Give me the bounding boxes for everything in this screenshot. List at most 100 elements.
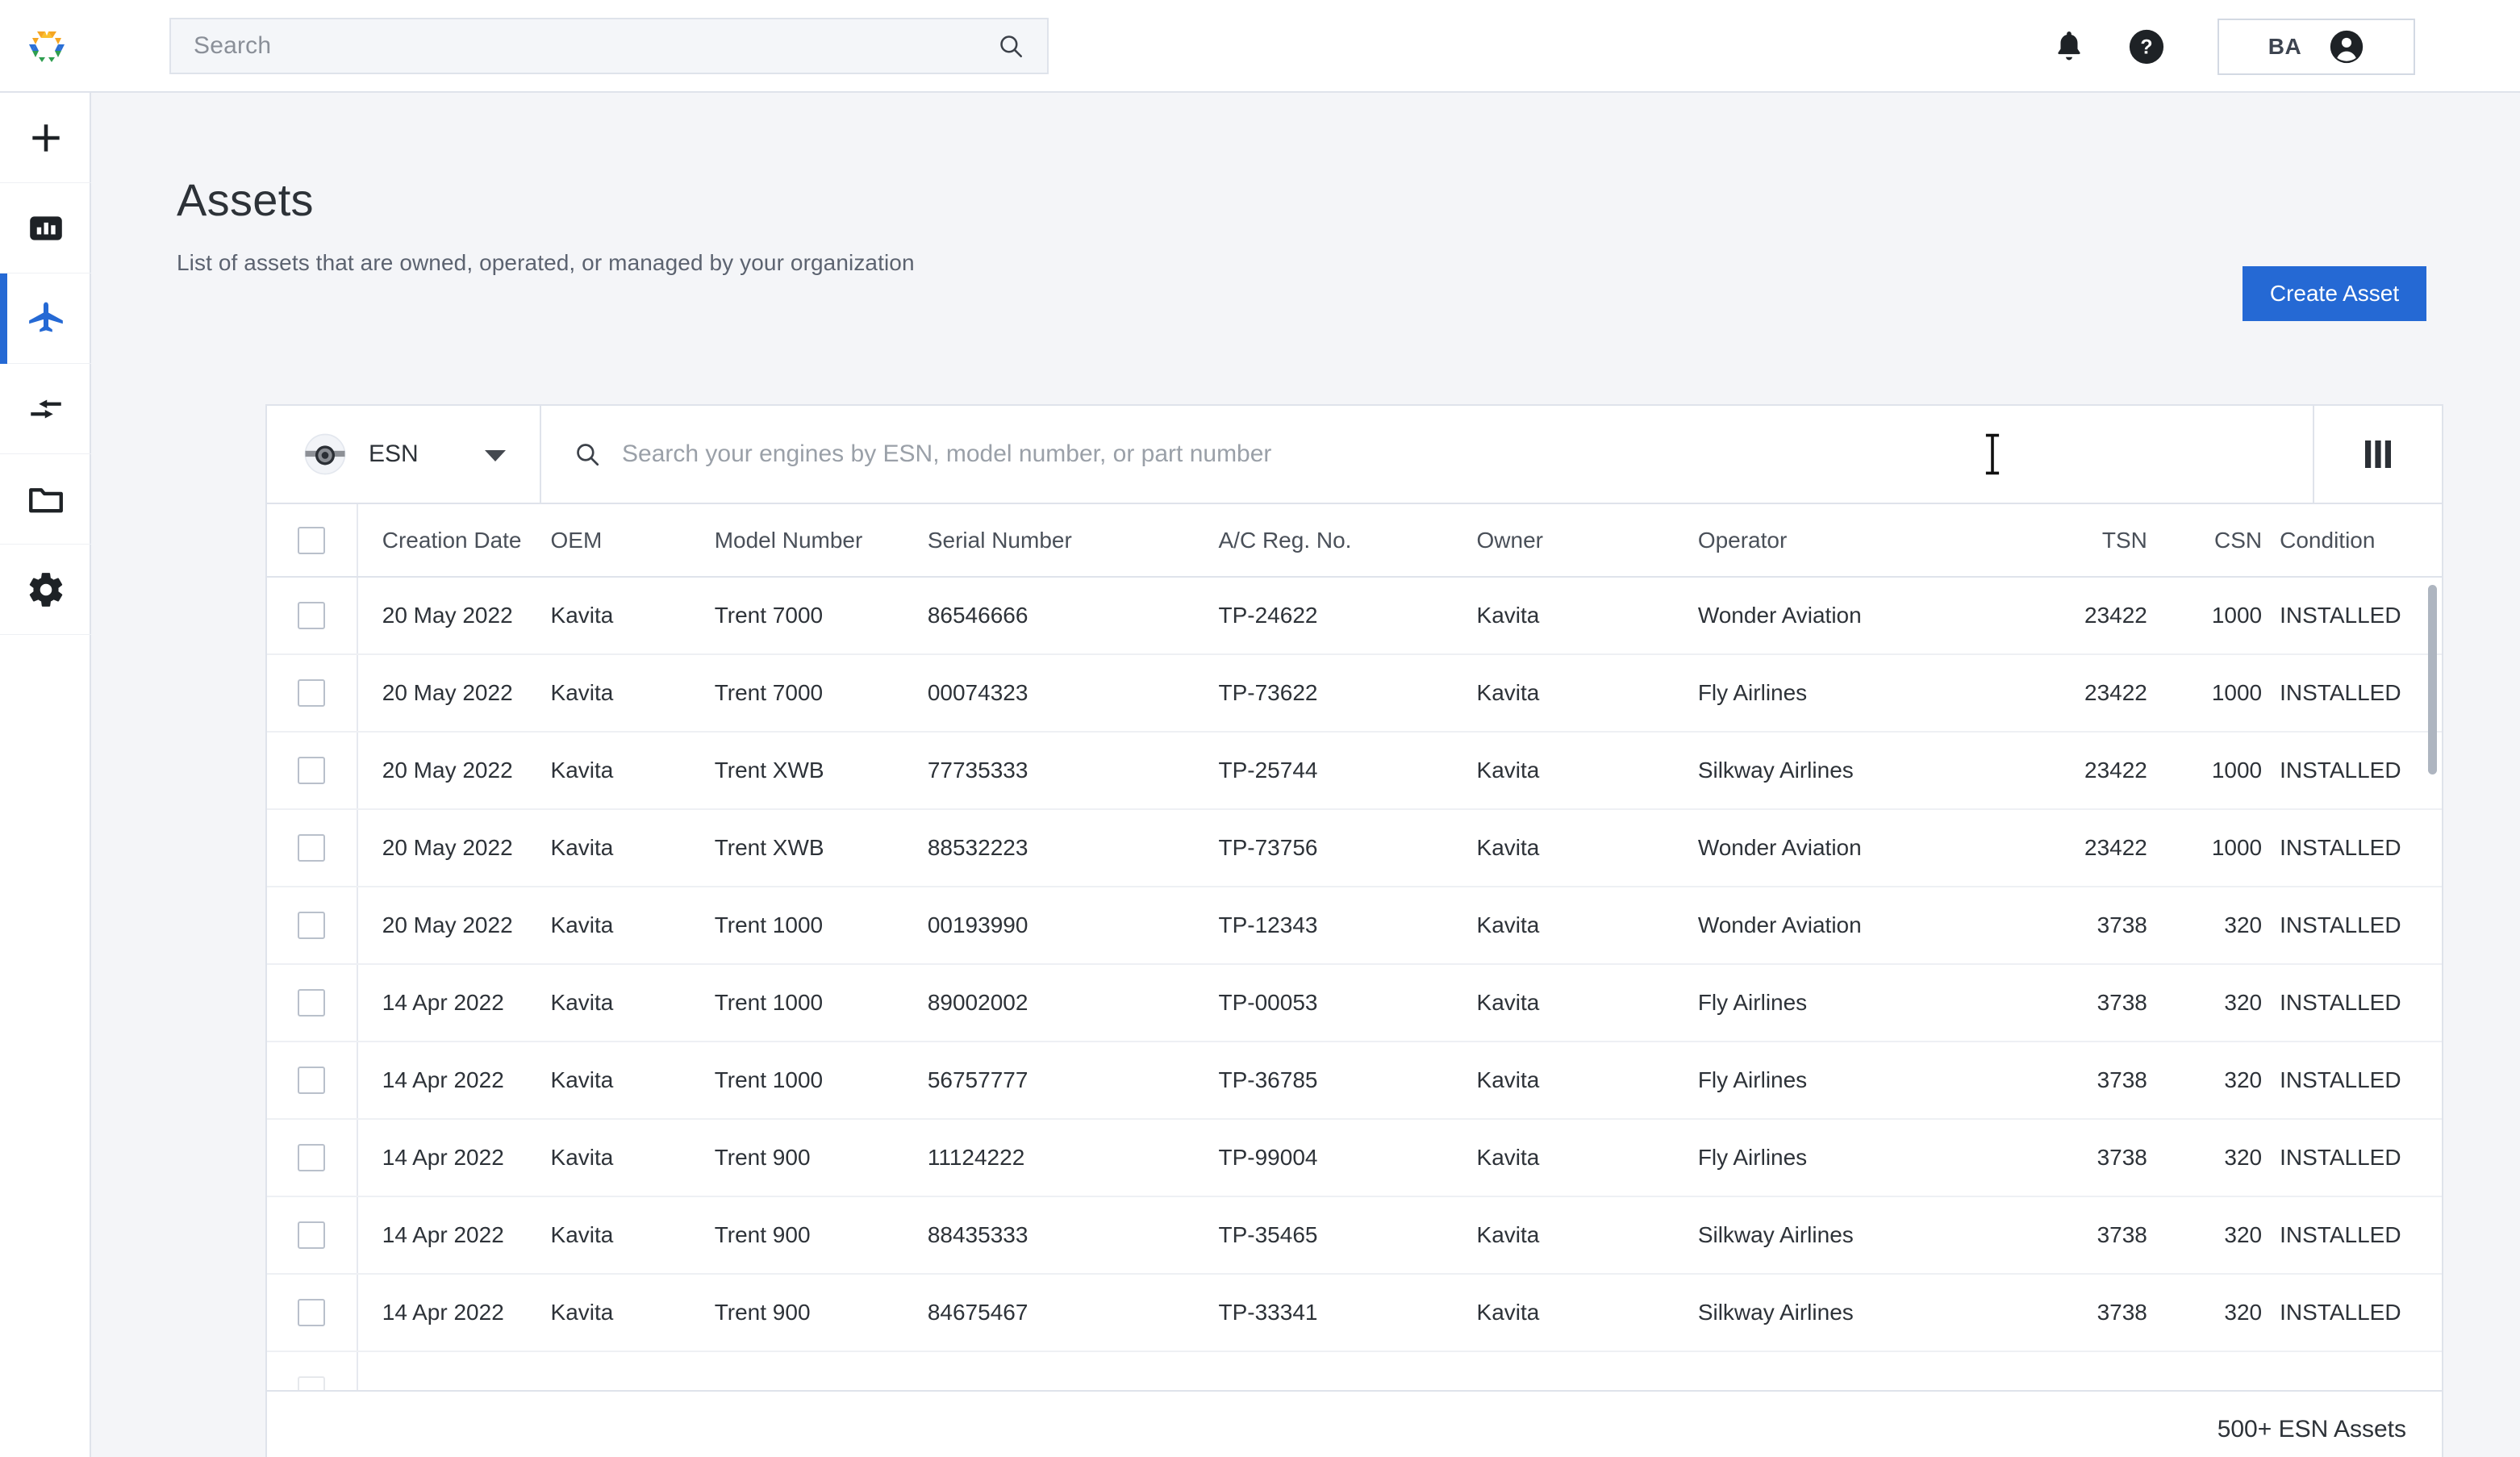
cell-creation-date: 14 Apr 2022: [356, 1042, 551, 1120]
sidebar-item-documents[interactable]: [0, 454, 91, 545]
cell-oem: Kavita: [550, 1196, 715, 1275]
sidebar-item-dashboard[interactable]: [0, 183, 91, 273]
sidebar-item-transfers[interactable]: [0, 364, 91, 454]
cell-operator: Wonder Aviation: [1697, 887, 2026, 965]
cell-owner: Kavita: [1476, 1196, 1698, 1275]
row-checkbox[interactable]: [298, 1376, 326, 1390]
cell-condition: INSTALLED: [2280, 887, 2442, 965]
cell-creation-date: 20 May 2022: [356, 887, 551, 965]
cell-operator: Fly Airlines: [1697, 654, 2026, 733]
cell-condition: INSTALLED: [2280, 809, 2442, 887]
cell-operator: Wonder Aviation: [1697, 809, 2026, 887]
column-header-oem[interactable]: OEM: [550, 504, 715, 578]
select-all-checkbox[interactable]: [298, 526, 326, 554]
table-vertical-scrollbar[interactable]: [2428, 585, 2437, 774]
asset-search-placeholder: Search your engines by ESN, model number…: [622, 440, 1272, 467]
row-checkbox[interactable]: [298, 989, 326, 1017]
cell-serial-number: 00074323: [927, 654, 1219, 733]
table-row[interactable]: 20 May 2022 Kavita Trent XWB 88532223 TP-737…: [267, 809, 2442, 887]
cell-condition: INSTALLED: [2280, 964, 2442, 1042]
bell-icon: [2058, 31, 2080, 60]
cell-oem: Kavita: [550, 1119, 715, 1197]
cell-model-number: Trent 900: [714, 1119, 928, 1197]
table-row[interactable]: 14 Apr 2022 Kavita Trent 900 84675467 TP-333…: [267, 1274, 2442, 1352]
sidebar-item-assets[interactable]: [0, 273, 91, 364]
table-row[interactable]: 20 May 2022 Kavita Trent 7000 86546666 TP-24…: [267, 577, 2442, 655]
table-header-row: Creation Date OEM Model Number Serial Nu…: [267, 504, 2442, 578]
app-logo[interactable]: [0, 0, 93, 92]
cell-ac-reg-no: TP-35465: [1218, 1196, 1477, 1275]
assets-table-scroll[interactable]: Creation Date OEM Model Number Serial Nu…: [267, 504, 2442, 1390]
asset-search-input[interactable]: Search your engines by ESN, model number…: [541, 406, 2314, 503]
top-bar-actions: ? BA: [2030, 0, 2415, 93]
row-checkbox[interactable]: [298, 1144, 326, 1172]
column-header-creation-date[interactable]: Creation Date: [356, 504, 551, 578]
svg-text:?: ?: [2140, 35, 2152, 58]
search-icon[interactable]: [997, 32, 1024, 60]
cell-csn: 320: [2164, 887, 2280, 965]
transfer-arrows-icon: [30, 399, 61, 418]
chevron-down-icon[interactable]: [485, 450, 506, 461]
create-asset-button[interactable]: Create Asset: [2243, 266, 2426, 321]
cell-csn: 320: [2164, 964, 2280, 1042]
column-header-model-number[interactable]: Model Number: [714, 504, 928, 578]
table-row[interactable]: 20 May 2022 Kavita Trent 1000 00193990 TP-12…: [267, 887, 2442, 965]
cell-csn: 320: [2164, 1196, 2280, 1275]
global-search-input[interactable]: Search: [169, 17, 1049, 74]
cell-csn: [2164, 1351, 2280, 1390]
row-checkbox[interactable]: [298, 757, 326, 785]
asset-type-select[interactable]: ESN: [267, 406, 541, 503]
row-select-cell: [267, 732, 357, 810]
help-button[interactable]: ?: [2108, 0, 2185, 93]
table-row[interactable]: 14 Apr 2022 Kavita Trent 1000 89002002 TP-00…: [267, 964, 2442, 1042]
table-row[interactable]: 14 Apr 2022 Kavita Trent 1000 56757777 TP-36…: [267, 1042, 2442, 1120]
cell-ac-reg-no: TP-25744: [1218, 732, 1477, 810]
table-row[interactable]: 20 May 2022 Kavita Trent XWB 77735333 TP-257…: [267, 732, 2442, 810]
row-checkbox[interactable]: [298, 1299, 326, 1327]
table-row[interactable]: 20 May 2022 Kavita Trent 7000 00074323 TP-73…: [267, 654, 2442, 733]
notifications-button[interactable]: [2030, 0, 2108, 93]
cell-tsn: 23422: [2026, 654, 2165, 733]
bar-chart-icon: [29, 215, 62, 240]
cell-operator: Fly Airlines: [1697, 1119, 2026, 1197]
cell-model-number: Trent XWB: [714, 732, 928, 810]
row-checkbox[interactable]: [298, 1067, 326, 1095]
column-header-owner[interactable]: Owner: [1476, 504, 1698, 578]
cell-owner: Kavita: [1476, 577, 1698, 655]
cell-csn: 1000: [2164, 577, 2280, 655]
column-header-ac-reg-no[interactable]: A/C Reg. No.: [1218, 504, 1477, 578]
column-header-tsn[interactable]: TSN: [2026, 504, 2165, 578]
sidebar-item-add[interactable]: [0, 93, 91, 183]
cell-tsn: 3738: [2026, 1042, 2165, 1120]
select-all-header: [267, 504, 357, 578]
cell-model-number: Trent XWB: [714, 809, 928, 887]
assets-card: ESN Search your engines by ESN, model nu…: [265, 404, 2443, 1457]
row-checkbox[interactable]: [298, 602, 326, 630]
table-row[interactable]: 14 Apr 2022 Kavita Trent 900 88435333 TP-354…: [267, 1196, 2442, 1275]
cell-condition: INSTALLED: [2280, 1042, 2442, 1120]
cell-tsn: 3738: [2026, 964, 2165, 1042]
row-select-cell: [267, 964, 357, 1042]
table-row[interactable]: [267, 1351, 2442, 1390]
column-header-condition[interactable]: Condition: [2280, 504, 2442, 578]
account-menu[interactable]: BA: [2218, 18, 2415, 75]
row-checkbox[interactable]: [298, 1221, 326, 1250]
cell-tsn: 3738: [2026, 1196, 2165, 1275]
cell-csn: 1000: [2164, 654, 2280, 733]
cell-serial-number: [927, 1351, 1219, 1390]
airplane-icon: [28, 302, 63, 332]
cell-condition: INSTALLED: [2280, 1196, 2442, 1275]
row-checkbox[interactable]: [298, 834, 326, 862]
cell-serial-number: 00193990: [927, 887, 1219, 965]
row-checkbox[interactable]: [298, 912, 326, 940]
sidebar-item-settings[interactable]: [0, 545, 91, 635]
row-checkbox[interactable]: [298, 679, 326, 708]
column-header-csn[interactable]: CSN: [2164, 504, 2280, 578]
column-header-operator[interactable]: Operator: [1697, 504, 2026, 578]
cell-owner: Kavita: [1476, 654, 1698, 733]
column-settings-button[interactable]: [2314, 406, 2442, 503]
column-header-serial-number[interactable]: Serial Number: [927, 504, 1219, 578]
cell-creation-date: 14 Apr 2022: [356, 1274, 551, 1352]
cell-condition: INSTALLED: [2280, 1119, 2442, 1197]
table-row[interactable]: 14 Apr 2022 Kavita Trent 900 11124222 TP-990…: [267, 1119, 2442, 1197]
